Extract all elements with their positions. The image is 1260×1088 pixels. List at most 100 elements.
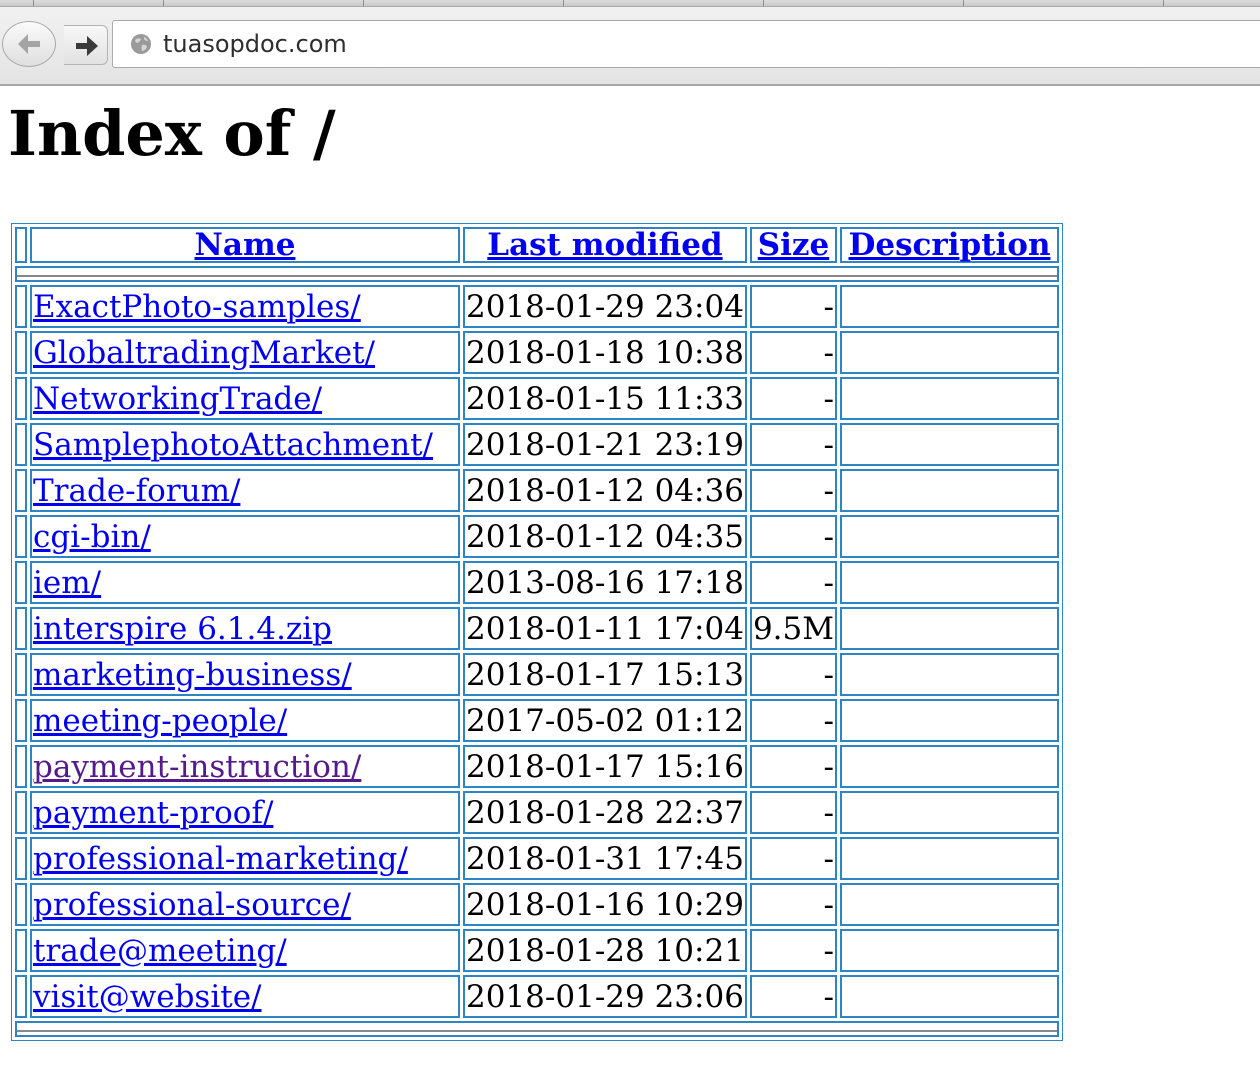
entry-name-cell: payment-proof/ (30, 791, 460, 834)
entry-link[interactable]: Trade-forum/ (33, 473, 240, 509)
entry-size-cell: - (749, 331, 837, 374)
header-separator-row (15, 266, 1059, 282)
entry-description-cell (839, 745, 1059, 788)
entry-modified-cell: 2018-01-31 17:45 (463, 837, 747, 880)
table-row: professional-source/2018-01-16 10:29- (15, 883, 1059, 926)
entry-size-cell: - (749, 653, 837, 696)
entry-link[interactable]: professional-source/ (33, 887, 351, 923)
table-row: visit@website/2018-01-29 23:06- (15, 975, 1059, 1018)
sort-by-description-link[interactable]: Description (848, 227, 1050, 263)
entry-description-cell (839, 331, 1059, 374)
entry-icon-cell (15, 975, 27, 1018)
entry-modified-cell: 2018-01-18 10:38 (463, 331, 747, 374)
entry-description-cell (839, 607, 1059, 650)
entry-size-cell: - (749, 837, 837, 880)
address-bar[interactable]: tuasopdoc.com (112, 20, 1260, 68)
entry-icon-cell (15, 791, 27, 834)
sort-by-last-modified-link[interactable]: Last modified (487, 227, 722, 263)
entry-link[interactable]: payment-instruction/ (33, 749, 361, 785)
sort-by-size-link[interactable]: Size (758, 227, 830, 263)
page-title: Index of / (8, 97, 336, 170)
header-separator (15, 266, 1059, 282)
table-row: NetworkingTrade/2018-01-15 11:33- (15, 377, 1059, 420)
entry-name-cell: visit@website/ (30, 975, 460, 1018)
entry-description-cell (839, 423, 1059, 466)
globe-icon (131, 34, 151, 54)
entry-modified-cell: 2018-01-11 17:04 (463, 607, 747, 650)
url-text[interactable]: tuasopdoc.com (163, 30, 347, 58)
entry-description-cell (839, 515, 1059, 558)
description-column-header: Description (839, 227, 1059, 263)
entry-modified-cell: 2017-05-02 01:12 (463, 699, 747, 742)
entry-link[interactable]: SamplephotoAttachment/ (33, 427, 433, 463)
entry-description-cell (839, 653, 1059, 696)
entry-link[interactable]: interspire 6.1.4.zip (33, 611, 332, 647)
sort-by-name-link[interactable]: Name (195, 227, 296, 263)
horizontal-rule (17, 1030, 1057, 1032)
entry-name-cell: interspire 6.1.4.zip (30, 607, 460, 650)
footer-separator (15, 1021, 1059, 1037)
entry-link[interactable]: iem/ (33, 565, 101, 601)
entry-modified-cell: 2018-01-16 10:29 (463, 883, 747, 926)
icon-column-header (15, 227, 27, 263)
table-header-row: Name Last modified Size Description (15, 227, 1059, 263)
entry-link[interactable]: trade@meeting/ (33, 933, 287, 969)
entry-size-cell: - (749, 469, 837, 512)
entry-name-cell: marketing-business/ (30, 653, 460, 696)
entry-size-cell: - (749, 515, 837, 558)
entry-icon-cell (15, 653, 27, 696)
entry-link[interactable]: ExactPhoto-samples/ (33, 289, 361, 325)
entry-link[interactable]: NetworkingTrade/ (33, 381, 322, 417)
table-row: payment-proof/2018-01-28 22:37- (15, 791, 1059, 834)
forward-button[interactable] (64, 25, 108, 65)
entry-modified-cell: 2018-01-12 04:36 (463, 469, 747, 512)
back-button[interactable] (2, 21, 56, 67)
table-row: SamplephotoAttachment/2018-01-21 23:19- (15, 423, 1059, 466)
entry-name-cell: cgi-bin/ (30, 515, 460, 558)
entry-link[interactable]: visit@website/ (33, 979, 262, 1015)
entry-modified-cell: 2018-01-29 23:04 (463, 285, 747, 328)
entry-size-cell: - (749, 883, 837, 926)
entry-name-cell: SamplephotoAttachment/ (30, 423, 460, 466)
entry-name-cell: professional-source/ (30, 883, 460, 926)
footer-separator-row (15, 1021, 1059, 1037)
name-column-header: Name (30, 227, 460, 263)
entry-icon-cell (15, 331, 27, 374)
entry-link[interactable]: cgi-bin/ (33, 519, 151, 555)
entry-size-cell: - (749, 745, 837, 788)
table-row: ExactPhoto-samples/2018-01-29 23:04- (15, 285, 1059, 328)
horizontal-rule (17, 275, 1057, 277)
entry-icon-cell (15, 883, 27, 926)
entry-description-cell (839, 883, 1059, 926)
entry-description-cell (839, 285, 1059, 328)
entry-link[interactable]: GlobaltradingMarket/ (33, 335, 375, 371)
entry-link[interactable]: payment-proof/ (33, 795, 273, 831)
table-row: cgi-bin/2018-01-12 04:35- (15, 515, 1059, 558)
arrow-right-icon (76, 36, 98, 56)
last-modified-column-header: Last modified (463, 227, 747, 263)
entry-description-cell (839, 469, 1059, 512)
entry-description-cell (839, 699, 1059, 742)
entry-modified-cell: 2018-01-17 15:13 (463, 653, 747, 696)
entry-modified-cell: 2013-08-16 17:18 (463, 561, 747, 604)
entry-name-cell: professional-marketing/ (30, 837, 460, 880)
entry-link[interactable]: marketing-business/ (33, 657, 352, 693)
entry-size-cell: - (749, 699, 837, 742)
entry-modified-cell: 2018-01-15 11:33 (463, 377, 747, 420)
entry-description-cell (839, 837, 1059, 880)
entry-size-cell: - (749, 285, 837, 328)
entry-modified-cell: 2018-01-17 15:16 (463, 745, 747, 788)
entry-size-cell: - (749, 561, 837, 604)
entry-description-cell (839, 561, 1059, 604)
entry-name-cell: payment-instruction/ (30, 745, 460, 788)
entry-name-cell: meeting-people/ (30, 699, 460, 742)
entry-icon-cell (15, 607, 27, 650)
entry-icon-cell (15, 561, 27, 604)
entry-link[interactable]: professional-marketing/ (33, 841, 408, 877)
entry-icon-cell (15, 515, 27, 558)
table-row: payment-instruction/2018-01-17 15:16- (15, 745, 1059, 788)
entry-link[interactable]: meeting-people/ (33, 703, 287, 739)
table-row: meeting-people/2017-05-02 01:12- (15, 699, 1059, 742)
entry-description-cell (839, 377, 1059, 420)
entry-size-cell: - (749, 929, 837, 972)
